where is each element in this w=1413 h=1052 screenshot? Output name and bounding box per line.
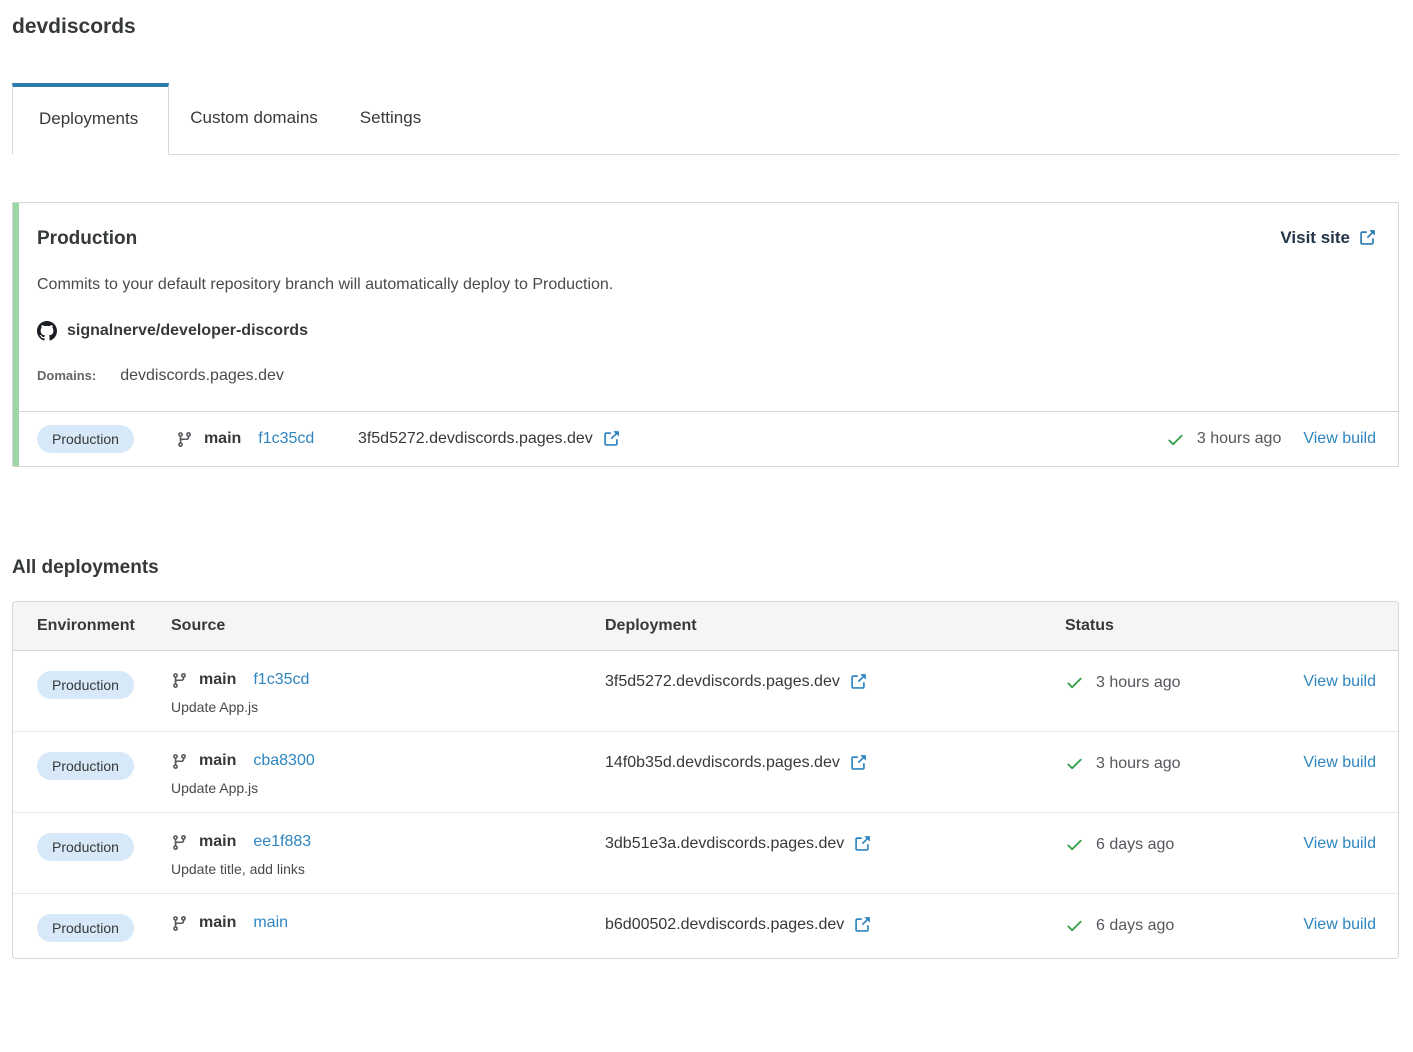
view-build-link[interactable]: View build [1303,430,1376,448]
external-link-icon[interactable] [853,835,871,853]
commit-message: Update App.js [171,699,259,715]
environment-badge: Production [37,914,134,942]
visit-site-link[interactable]: Visit site [1280,228,1376,248]
external-link-icon[interactable] [853,916,871,934]
domains-value: devdiscords.pages.dev [120,367,284,384]
commit-link[interactable]: cba8300 [253,752,314,770]
production-deployment-row: Production main f1c35cd 3f5d5272.devdisc… [19,411,1398,466]
domains-label: Domains: [37,368,97,383]
git-branch-icon [173,834,186,850]
success-check-icon [1067,920,1082,932]
production-card-title: Production [37,228,138,249]
all-deployments-title: All deployments [12,557,159,578]
status-time: 3 hours ago [1096,673,1181,691]
git-branch-icon [173,915,186,931]
page-title: devdiscords [12,15,136,38]
commit-message: Update title, add links [171,861,305,877]
column-header-environment: Environment [37,617,135,634]
commit-message: Update App.js [171,780,259,796]
success-check-icon [1067,758,1082,770]
deployment-url: 3f5d5272.devdiscords.pages.dev [357,430,593,447]
tab-settings[interactable]: Settings [339,83,442,154]
branch-name: main [199,752,237,769]
branch-name: main [199,671,237,688]
deployments-table-body: Production main f1c35cd Update App.js 3f… [13,651,1398,958]
column-header-deployment: Deployment [605,617,697,634]
success-check-icon [1067,839,1082,851]
git-branch-icon [173,672,186,688]
commit-link[interactable]: ee1f883 [253,833,311,851]
table-row: Production main main b6d00502.devdiscord… [13,893,1398,958]
visit-site-label: Visit site [1280,228,1350,247]
environment-badge: Production [37,425,134,453]
deployment-url: 14f0b35d.devdiscords.pages.dev [605,754,840,771]
repo-name: signalnerve/developer-discords [67,322,308,339]
deployment-url: 3f5d5272.devdiscords.pages.dev [605,673,840,690]
column-header-source: Source [171,617,226,634]
tab-deployments[interactable]: Deployments [12,83,170,155]
external-link-icon[interactable] [849,673,867,691]
external-link-icon [1360,230,1375,245]
tab-bar: Deployments Custom domains Settings [12,83,1399,155]
view-build-link[interactable]: View build [1303,754,1376,772]
branch-name: main [199,833,237,850]
deployment-url: 3db51e3a.devdiscords.pages.dev [605,835,845,852]
deployments-table-header: Environment Source Deployment Status [13,602,1398,651]
status-time: 6 days ago [1096,835,1175,853]
table-row: Production main cba8300 Update App.js 14… [13,731,1398,812]
table-row: Production main f1c35cd Update App.js 3f… [13,651,1398,731]
view-build-link[interactable]: View build [1303,673,1376,691]
deployments-table: Environment Source Deployment Status Pro… [12,601,1399,959]
status-time: 6 days ago [1096,916,1175,934]
success-check-icon [1168,434,1183,445]
external-link-icon[interactable] [602,430,620,448]
branch-name: main [203,430,242,447]
column-header-status: Status [1065,617,1114,634]
git-branch-icon [178,431,191,447]
production-card: Production Visit site Commits to your de… [12,202,1399,467]
commit-link[interactable]: f1c35cd [258,430,314,448]
success-check-icon [1067,677,1082,689]
view-build-link[interactable]: View build [1303,916,1376,934]
github-icon [37,321,57,341]
status-time: 3 hours ago [1096,754,1181,772]
environment-badge: Production [37,833,134,861]
commit-link[interactable]: main [253,914,288,932]
git-branch-icon [173,753,186,769]
production-card-description: Commits to your default repository branc… [37,276,614,293]
commit-link[interactable]: f1c35cd [253,671,309,689]
environment-badge: Production [37,671,134,699]
tab-custom-domains[interactable]: Custom domains [169,83,339,154]
deployment-url: b6d00502.devdiscords.pages.dev [605,916,845,933]
external-link-icon[interactable] [849,754,867,772]
branch-name: main [199,914,237,931]
environment-badge: Production [37,752,134,780]
status-time: 3 hours ago [1196,430,1282,447]
table-row: Production main ee1f883 Update title, ad… [13,812,1398,893]
view-build-link[interactable]: View build [1303,835,1376,853]
